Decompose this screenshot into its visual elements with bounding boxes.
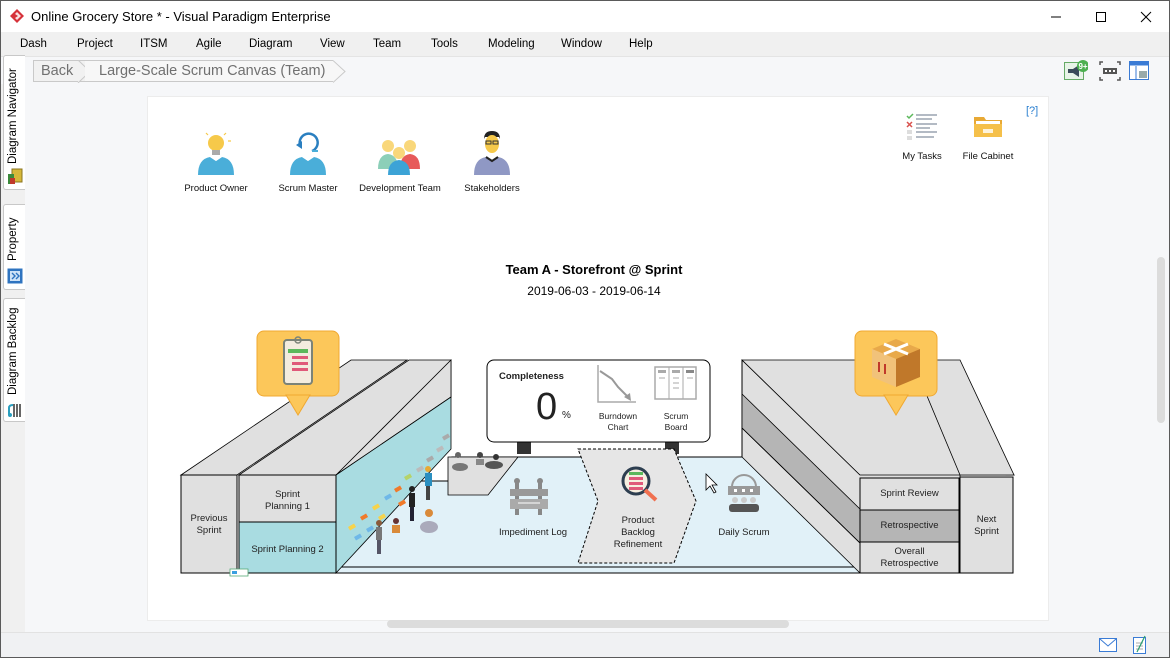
- menu-team[interactable]: Team: [373, 38, 401, 50]
- breadcrumb-toolbar: Back Large-Scale Scrum Canvas (Team) 9+: [1, 56, 1169, 84]
- sprint-review-label: Sprint Review: [880, 488, 939, 499]
- burndown-label-line1: Burndown: [598, 411, 638, 421]
- overall-retrospective-line1: Overall: [894, 546, 925, 557]
- scrum-board-label-line1: Scrum: [663, 411, 689, 421]
- notification-badge: 9+: [1078, 62, 1087, 71]
- breadcrumb-end-icon: [333, 59, 347, 83]
- status-bar: [1, 632, 1169, 657]
- previous-sprint-line1: Previous: [190, 513, 228, 524]
- sprint-planning-1-line2: Planning 1: [265, 501, 310, 512]
- maximize-button[interactable]: [1078, 1, 1124, 32]
- window-title: Online Grocery Store * - Visual Paradigm…: [31, 9, 331, 24]
- menu-help[interactable]: Help: [629, 38, 653, 50]
- previous-sprint-label: Previous Sprint: [181, 513, 237, 537]
- scrum-canvas: [?] Product Owner Scrum Master Developme…: [147, 96, 1049, 621]
- menu-diagram[interactable]: Diagram: [249, 38, 292, 50]
- burndown-label-line2: Chart: [607, 422, 629, 432]
- menu-view[interactable]: View: [320, 38, 345, 50]
- menu-project[interactable]: Project: [77, 38, 113, 50]
- backlog-refinement-line3: Refinement: [613, 539, 663, 550]
- menu-itsm[interactable]: ITSM: [140, 38, 167, 50]
- menu-agile[interactable]: Agile: [196, 38, 222, 50]
- tab-diagram-navigator[interactable]: Diagram Navigator: [3, 55, 25, 190]
- scrum-board-label[interactable]: Scrum Board: [646, 411, 706, 433]
- visual-paradigm-logo-icon: [10, 9, 24, 23]
- retrospective-label: Retrospective: [880, 520, 939, 531]
- previous-sprint-line2: Sprint: [196, 525, 222, 536]
- diagram-backlog-label: Diagram Backlog: [7, 307, 19, 395]
- layout-panel-button[interactable]: [1128, 60, 1150, 82]
- overall-retrospective-line2: Retrospective: [880, 558, 939, 569]
- completeness-value: 0: [536, 386, 558, 428]
- fit-to-window-icon: [1099, 61, 1121, 81]
- close-icon: [1140, 11, 1152, 22]
- left-dock: Diagram Navigator Property Diagram Backl…: [1, 55, 25, 632]
- vertical-scrollbar[interactable]: [1157, 257, 1165, 423]
- burndown-chart-label[interactable]: Burndown Chart: [588, 411, 648, 433]
- completeness-unit: %: [562, 410, 571, 421]
- sprint-planning-1-line1: Sprint: [275, 489, 300, 500]
- next-sprint-label: Next Sprint: [960, 514, 1013, 538]
- breadcrumb-current[interactable]: Large-Scale Scrum Canvas (Team): [85, 60, 334, 82]
- diagram-navigator-label: Diagram Navigator: [7, 68, 19, 164]
- scrum-board-label-line2: Board: [664, 422, 688, 432]
- next-sprint-line2: Sprint: [974, 526, 999, 537]
- diagram-editor: [?] Product Owner Scrum Master Developme…: [25, 84, 1169, 632]
- megaphone-icon: 9+: [1064, 60, 1089, 80]
- tab-diagram-backlog[interactable]: Diagram Backlog: [3, 298, 25, 422]
- menu-bar: Dash Project ITSM Agile Diagram View Tea…: [1, 32, 1169, 56]
- title-bar: Online Grocery Store * - Visual Paradigm…: [1, 1, 1169, 32]
- property-icon: [7, 268, 23, 284]
- completeness-label: Completeness: [499, 371, 564, 382]
- backlog-refinement-line1: Product: [621, 515, 655, 526]
- overall-retrospective-label: Overall Retrospective: [860, 546, 959, 570]
- diagram-navigator-icon: [8, 168, 23, 184]
- next-sprint-line1: Next: [976, 514, 997, 525]
- breadcrumb: Large-Scale Scrum Canvas (Team): [85, 59, 347, 83]
- close-button[interactable]: [1123, 1, 1169, 32]
- menu-window[interactable]: Window: [561, 38, 602, 50]
- impediment-log-label[interactable]: Impediment Log: [488, 527, 578, 539]
- diagram-backlog-icon: [8, 404, 21, 417]
- backlog-refinement-line2: Backlog: [621, 527, 655, 538]
- sprint-planning-1-label: Sprint Planning 1: [239, 489, 336, 513]
- minimize-icon: [1051, 16, 1061, 17]
- breadcrumb-current-label: Large-Scale Scrum Canvas (Team): [99, 63, 326, 79]
- dashboard-leg-left: [517, 442, 531, 454]
- sprint-planning-2-label: Sprint Planning 2: [251, 544, 324, 555]
- window-layers-icon: [1129, 61, 1149, 80]
- menu-modeling[interactable]: Modeling: [488, 38, 535, 50]
- app-window: Online Grocery Store * - Visual Paradigm…: [0, 0, 1170, 658]
- menu-dash[interactable]: Dash: [20, 38, 47, 50]
- document-edit-icon[interactable]: [1133, 635, 1147, 655]
- mail-icon[interactable]: [1099, 638, 1117, 652]
- notifications-button[interactable]: 9+: [1064, 60, 1089, 82]
- fit-diagram-button[interactable]: [1099, 60, 1121, 82]
- backlog-refinement-label: Product Backlog Refinement: [598, 515, 678, 551]
- tab-property[interactable]: Property: [3, 204, 25, 290]
- maximize-icon: [1096, 11, 1106, 22]
- menu-tools[interactable]: Tools: [431, 38, 458, 50]
- horizontal-scrollbar[interactable]: [387, 620, 789, 628]
- property-label: Property: [7, 217, 19, 261]
- minimize-button[interactable]: [1033, 1, 1079, 32]
- back-label: Back: [41, 63, 74, 79]
- daily-scrum-label[interactable]: Daily Scrum: [704, 527, 784, 539]
